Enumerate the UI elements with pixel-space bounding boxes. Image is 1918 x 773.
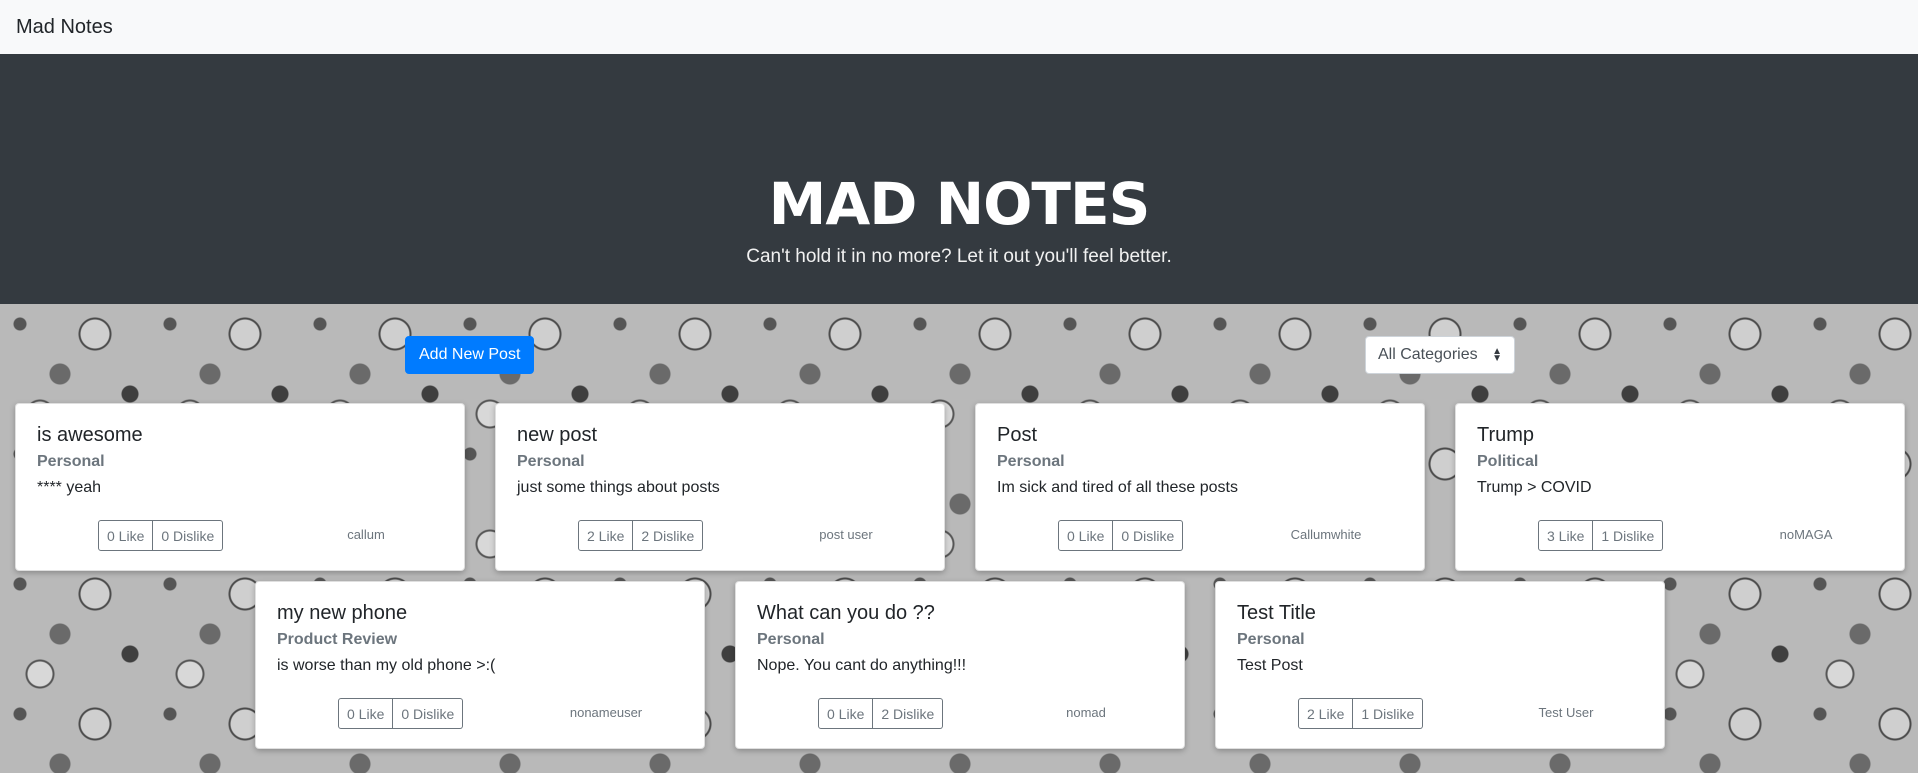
vote-buttons: 3 Like 1 Dislike <box>1538 520 1664 551</box>
post-title: Test Title <box>1237 602 1316 624</box>
like-button[interactable]: 0 Like <box>818 698 874 729</box>
post-body: Im sick and tired of all these posts <box>997 479 1238 496</box>
dislike-button[interactable]: 0 Dislike <box>1113 520 1184 551</box>
dislike-button[interactable]: 1 Dislike <box>1353 698 1424 729</box>
post-author: nomad <box>1066 705 1106 720</box>
dislike-button[interactable]: 0 Dislike <box>153 520 224 551</box>
like-button[interactable]: 0 Like <box>338 698 394 729</box>
post-card: Post Personal Im sick and tired of all t… <box>975 403 1425 571</box>
post-category: Personal <box>517 453 585 470</box>
post-author: post user <box>819 527 873 542</box>
hero-title: MAD NOTES <box>768 170 1151 238</box>
post-author: callum <box>347 527 385 542</box>
category-select-value: All Categories <box>1378 346 1478 363</box>
post-title: Trump <box>1477 424 1535 446</box>
category-select[interactable]: All Categories ▲ ▼ <box>1365 336 1515 374</box>
hero-subtitle: Can't hold it in no more? Let it out you… <box>746 246 1172 267</box>
posts-area: Add New Post All Categories ▲ ▼ is awesom… <box>0 304 1918 773</box>
navbar: Mad Notes <box>0 0 1918 54</box>
post-footer: 2 Like 2 Dislike post user <box>496 520 944 552</box>
post-body: just some things about posts <box>517 479 720 496</box>
post-title: new post <box>517 424 598 446</box>
dislike-button[interactable]: 1 Dislike <box>1593 520 1664 551</box>
post-category: Political <box>1477 453 1539 470</box>
post-author: Callumwhite <box>1290 527 1362 542</box>
post-body: **** yeah <box>37 479 102 496</box>
like-button[interactable]: 2 Like <box>1298 698 1354 729</box>
dislike-button[interactable]: 2 Dislike <box>873 698 944 729</box>
vote-buttons: 0 Like 0 Dislike <box>98 520 224 551</box>
like-button[interactable]: 0 Like <box>1058 520 1114 551</box>
post-body: Trump > COVID <box>1477 479 1592 496</box>
post-category: Personal <box>37 453 105 470</box>
post-category: Personal <box>757 631 825 648</box>
toolbar: Add New Post All Categories ▲ ▼ <box>0 334 1918 374</box>
post-footer: 3 Like 1 Dislike noMAGA <box>1456 520 1904 552</box>
post-card: new post Personal just some things about… <box>495 403 945 571</box>
post-footer: 0 Like 0 Dislike nonameuser <box>256 698 704 730</box>
post-title: my new phone <box>277 602 408 624</box>
post-footer: 0 Like 2 Dislike nomad <box>736 698 1184 730</box>
post-footer: 2 Like 1 Dislike Test User <box>1216 698 1664 730</box>
post-title: What can you do ?? <box>757 602 935 624</box>
post-category: Personal <box>1237 631 1305 648</box>
like-button[interactable]: 3 Like <box>1538 520 1594 551</box>
dislike-button[interactable]: 2 Dislike <box>633 520 704 551</box>
post-card: Trump Political Trump > COVID 3 Like 1 D… <box>1455 403 1905 571</box>
post-category: Personal <box>997 453 1065 470</box>
post-body: is worse than my old phone >:( <box>277 657 496 674</box>
post-author: noMAGA <box>1779 527 1833 542</box>
post-title: is awesome <box>37 424 143 446</box>
like-button[interactable]: 2 Like <box>578 520 634 551</box>
post-title: Post <box>997 424 1038 446</box>
post-card: is awesome Personal **** yeah 0 Like 0 D… <box>15 403 465 571</box>
post-author: nonameuser <box>569 705 643 720</box>
vote-buttons: 0 Like 2 Dislike <box>818 698 944 729</box>
post-footer: 0 Like 0 Dislike Callumwhite <box>976 520 1424 552</box>
navbar-brand[interactable]: Mad Notes <box>16 16 113 39</box>
vote-buttons: 2 Like 2 Dislike <box>578 520 704 551</box>
dislike-button[interactable]: 0 Dislike <box>393 698 464 729</box>
sort-arrows-icon: ▲ ▼ <box>1492 346 1502 364</box>
post-category: Product Review <box>277 631 398 648</box>
post-card: Test Title Personal Test Post 2 Like 1 D… <box>1215 581 1665 749</box>
vote-buttons: 0 Like 0 Dislike <box>1058 520 1184 551</box>
post-card: my new phone Product Review is worse tha… <box>255 581 705 749</box>
post-card: What can you do ?? Personal Nope. You ca… <box>735 581 1185 749</box>
hero-banner: MAD NOTES Can't hold it in no more? Let … <box>0 54 1918 304</box>
post-author: Test User <box>1538 705 1594 720</box>
post-body: Test Post <box>1237 657 1303 674</box>
post-footer: 0 Like 0 Dislike callum <box>16 520 464 552</box>
vote-buttons: 2 Like 1 Dislike <box>1298 698 1424 729</box>
add-new-post-button[interactable]: Add New Post <box>405 336 535 374</box>
vote-buttons: 0 Like 0 Dislike <box>338 698 464 729</box>
post-body: Nope. You cant do anything!!! <box>757 657 967 674</box>
like-button[interactable]: 0 Like <box>98 520 154 551</box>
